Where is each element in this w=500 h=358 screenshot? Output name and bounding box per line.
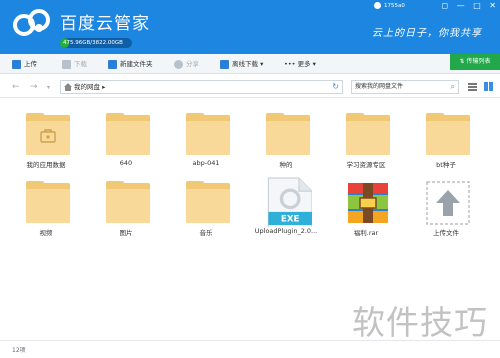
folder-icon	[106, 113, 150, 157]
download-button[interactable]: 下载	[62, 58, 87, 70]
file-name: 我的应用数据	[26, 161, 66, 169]
folder-icon	[266, 113, 310, 157]
exe-badge: EXE	[281, 215, 300, 225]
address-bar[interactable]: 我的网盘 ▸ ↻	[60, 80, 343, 94]
offline-download-button[interactable]: 离线下载 ▾	[220, 58, 263, 70]
upload-button[interactable]: 上传	[12, 58, 37, 70]
file-item[interactable]: bt种子	[406, 103, 486, 173]
address-row: ← → ▾ 我的网盘 ▸ ↻ 搜索我的网盘文件 ⌕	[0, 76, 500, 98]
file-item[interactable]: 福利.rar	[326, 171, 406, 241]
chevron-down-icon: ▾	[260, 60, 264, 68]
exe-file-icon: EXE	[267, 177, 312, 227]
folder-icon	[186, 181, 230, 225]
folder-icon	[106, 181, 150, 225]
close-button[interactable]: ✕	[489, 1, 496, 10]
file-item[interactable]: 图片	[86, 171, 166, 241]
user-name[interactable]: 1755a0	[384, 3, 405, 9]
file-item[interactable]: 视频	[6, 171, 86, 241]
maximize-button[interactable]: □	[473, 1, 481, 10]
slogan: 云上的日子，你我共享	[372, 28, 482, 39]
history-dropdown-icon[interactable]: ▾	[47, 84, 50, 91]
file-name: 福利.rar	[353, 229, 379, 237]
new-folder-button[interactable]: 新建文件夹	[108, 58, 153, 70]
avatar[interactable]	[374, 2, 381, 9]
app-header: 百度云管家 475.96GB/3822.00GB 1755a0 ◻ — □ ✕ …	[0, 0, 500, 54]
file-item[interactable]: 640	[86, 103, 166, 173]
file-name: 音乐	[199, 229, 213, 237]
new-folder-icon	[108, 59, 117, 69]
list-view-icon[interactable]	[468, 82, 477, 91]
download-icon	[62, 59, 71, 69]
file-name: 种的	[279, 161, 293, 169]
upload-file-tile[interactable]: 上传文件	[406, 171, 486, 241]
status-bar: 12项	[0, 340, 500, 358]
refresh-icon[interactable]: ↻	[332, 81, 339, 93]
file-name: 视频	[39, 229, 53, 237]
file-name: 图片	[119, 229, 133, 237]
file-name: UploadPlugin_2.0...	[254, 227, 318, 235]
folder-icon	[26, 181, 70, 225]
file-item[interactable]: abp-041	[166, 103, 246, 173]
watermark: 软件技巧	[352, 303, 488, 342]
back-arrow-icon[interactable]: ←	[12, 82, 20, 92]
search-input[interactable]: 搜索我的网盘文件 ⌕	[351, 80, 459, 94]
item-count: 12项	[12, 347, 26, 354]
home-icon	[64, 83, 72, 91]
minimize-button[interactable]: —	[457, 1, 465, 10]
window-controls: ◻ — □ ✕	[435, 1, 496, 10]
storage-quota-text: 475.96GB/3822.00GB	[63, 40, 123, 46]
file-item[interactable]: 音乐	[166, 171, 246, 241]
share-button[interactable]: 分享	[174, 58, 199, 70]
file-item[interactable]: 学习资源专区	[326, 103, 406, 173]
app-folder-icon	[26, 113, 70, 157]
search-icon[interactable]: ⌕	[451, 81, 455, 93]
rar-archive-icon	[348, 183, 388, 223]
file-name: 640	[119, 159, 133, 167]
folder-icon	[346, 113, 390, 157]
more-button[interactable]: ••• 更多 ▾	[284, 58, 316, 70]
toolbar: 上传 下载 新建文件夹 分享 离线下载 ▾ ••• 更多 ▾	[0, 54, 500, 74]
file-name: bt种子	[436, 161, 456, 169]
app-title: 百度云管家	[60, 14, 150, 34]
share-icon	[174, 59, 183, 69]
file-name: 学习资源专区	[346, 161, 386, 169]
transfer-list-button[interactable]: ⇅ 传输列表	[450, 54, 500, 70]
file-name: abp-041	[192, 159, 220, 167]
upload-icon	[12, 59, 21, 69]
skin-button[interactable]: ◻	[441, 1, 448, 10]
upload-arrow-icon	[426, 181, 470, 225]
view-switcher	[468, 82, 497, 93]
file-item[interactable]: 种的	[246, 103, 326, 173]
breadcrumb[interactable]: 我的网盘 ▸	[74, 81, 105, 93]
forward-arrow-icon[interactable]: →	[30, 82, 38, 92]
offline-download-icon	[220, 59, 229, 69]
file-item[interactable]: 我的应用数据	[6, 103, 86, 173]
baidu-cloud-logo-icon	[13, 9, 50, 36]
chevron-down-icon: ▾	[312, 60, 316, 68]
file-name: 上传文件	[433, 229, 459, 237]
more-dots-icon: •••	[284, 60, 296, 68]
folder-icon	[186, 113, 230, 157]
file-item[interactable]: EXE UploadPlugin_2.0...	[246, 171, 326, 241]
user-info[interactable]: 1755a0	[374, 2, 405, 9]
folder-icon	[426, 113, 470, 157]
grid-view-icon[interactable]	[483, 82, 493, 91]
